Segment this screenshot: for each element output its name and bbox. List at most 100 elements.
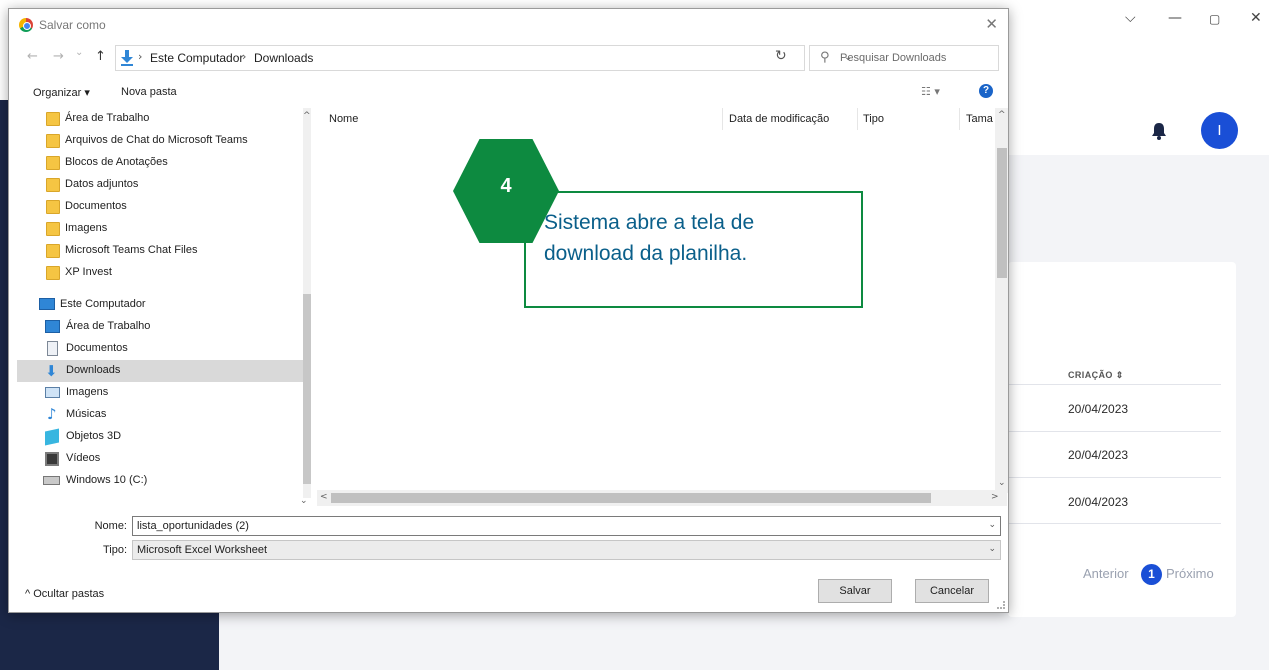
music-icon: ♪ [47, 405, 57, 423]
objects-3d-icon [45, 428, 59, 446]
pagination-prev[interactable]: Anterior [1083, 566, 1129, 581]
chrome-logo-icon [19, 18, 33, 32]
scrollbar-thumb[interactable] [303, 294, 311, 484]
nav-label: Windows 10 (C:) [66, 474, 148, 486]
up-folder-button[interactable]: ↑ [95, 49, 106, 64]
nav-item-pc-3d-objects[interactable]: Objetos 3D [17, 426, 303, 448]
new-folder-button[interactable]: Nova pasta [121, 86, 177, 98]
annotation-text: Sistema abre a tela de download da plani… [544, 211, 755, 265]
pagination-next[interactable]: Próximo [1166, 566, 1214, 581]
nav-item-pc-downloads[interactable]: ⬇ Downloads [17, 360, 303, 382]
dialog-title: Salvar como [39, 18, 106, 32]
column-header-name[interactable]: Nome [329, 113, 358, 125]
dialog-close-button[interactable]: ✕ [985, 15, 998, 33]
nav-item-pc-documents[interactable]: Documentos [17, 338, 303, 360]
table-divider [1008, 431, 1221, 432]
folder-icon [46, 222, 60, 236]
scroll-down-icon[interactable]: ⌄ [998, 478, 1006, 488]
forward-button[interactable]: → [53, 49, 64, 64]
search-input[interactable]: ⚲ Pesquisar Downloads [809, 45, 999, 71]
column-header-type[interactable]: Tipo [863, 113, 884, 125]
annotation-callout: Sistema abre a tela de download da plani… [524, 191, 863, 308]
nav-label: Documentos [66, 342, 128, 354]
nav-label: Microsoft Teams Chat Files [65, 244, 198, 256]
nav-item-pc-desktop[interactable]: Área de Trabalho [17, 316, 303, 338]
file-type-select[interactable]: Microsoft Excel Worksheet ⌄ [132, 540, 1001, 560]
breadcrumb-this-pc[interactable]: Este Computador [150, 51, 243, 65]
step-number: 4 [500, 175, 512, 197]
content-card [1008, 262, 1236, 617]
scroll-down-icon[interactable]: ⌄ [300, 496, 308, 506]
nav-item-blocos[interactable]: Blocos de Anotações [17, 152, 303, 174]
nav-item-teams-chat[interactable]: Arquivos de Chat do Microsoft Teams [17, 130, 303, 152]
nav-item-teams-chat-files[interactable]: Microsoft Teams Chat Files [17, 240, 303, 262]
column-header-modified[interactable]: Data de modificação [729, 113, 829, 125]
window-minimize-button[interactable]: — [1168, 10, 1182, 26]
scrollbar-thumb[interactable] [997, 148, 1007, 278]
scroll-up-icon[interactable]: ^ [303, 111, 311, 121]
refresh-icon[interactable]: ↻ [775, 48, 787, 64]
resize-grip-icon[interactable] [997, 601, 1005, 609]
search-placeholder: Pesquisar Downloads [840, 52, 947, 64]
column-separator[interactable] [959, 108, 960, 130]
address-bar[interactable]: › Este Computador › Downloads ⌄ [115, 45, 852, 71]
window-dropdown-button[interactable]: ⌵ [1125, 10, 1136, 26]
cancel-button[interactable]: Cancelar [915, 579, 989, 603]
help-icon[interactable]: ? [979, 84, 993, 98]
videos-icon [45, 452, 59, 466]
hide-folders-toggle[interactable]: ^ Ocultar pastas [25, 588, 104, 600]
table-divider [1008, 384, 1221, 385]
organize-menu[interactable]: Organizar ▾ [33, 86, 90, 99]
recent-locations-button[interactable]: ⌄ [75, 47, 83, 58]
nav-label: Blocos de Anotações [65, 156, 168, 168]
view-options-icon[interactable]: ☷ ▾ [921, 85, 940, 98]
nav-label: Downloads [66, 364, 121, 376]
scroll-right-icon[interactable]: > [991, 492, 999, 502]
nav-item-area-de-trabalho[interactable]: Área de Trabalho [17, 108, 303, 130]
scrollbar-thumb[interactable] [331, 493, 931, 503]
file-type-label: Tipo: [102, 544, 127, 556]
documents-icon [47, 341, 58, 356]
file-name-field[interactable]: lista_oportunidades (2) ⌄ [132, 516, 1001, 536]
search-icon: ⚲ [820, 50, 830, 65]
chevron-down-icon[interactable]: ⌄ [988, 544, 996, 554]
file-name-label: Nome: [94, 520, 127, 532]
column-header-criacao[interactable]: CRIAÇÃO ⇕ [1068, 370, 1124, 381]
window-close-button[interactable]: ✕ [1250, 10, 1262, 26]
scroll-up-icon[interactable]: ^ [998, 110, 1006, 120]
nav-item-datos-adjuntos[interactable]: Datos adjuntos [17, 174, 303, 196]
nav-item-this-pc[interactable]: Este Computador [17, 294, 303, 316]
nav-label: Este Computador [60, 298, 146, 310]
chevron-down-icon[interactable]: ⌄ [988, 520, 996, 530]
nav-item-xp-invest[interactable]: XP Invest [17, 262, 303, 284]
scroll-left-icon[interactable]: < [320, 492, 328, 502]
file-list-scrollbar[interactable]: ^ ⌄ [995, 108, 1008, 493]
breadcrumb-downloads[interactable]: Downloads [254, 51, 313, 65]
file-list-hscrollbar[interactable]: < > [317, 490, 1007, 506]
back-button[interactable]: ← [27, 49, 38, 64]
notification-bell-icon[interactable] [1150, 122, 1168, 140]
nav-item-documentos[interactable]: Documentos [17, 196, 303, 218]
file-name-value: lista_oportunidades (2) [137, 520, 249, 532]
column-header-size[interactable]: Tama [966, 113, 993, 125]
nav-item-pc-pictures[interactable]: Imagens [17, 382, 303, 404]
nav-item-pc-videos[interactable]: Vídeos [17, 448, 303, 470]
table-divider [1008, 523, 1221, 524]
nav-item-pc-music[interactable]: ♪ Músicas [17, 404, 303, 426]
table-cell-date: 20/04/2023 [1068, 495, 1129, 509]
nav-item-pc-drive-c[interactable]: Windows 10 (C:) [17, 470, 303, 492]
user-avatar[interactable]: I [1201, 112, 1238, 149]
nav-pane-scrollbar[interactable]: ^ [303, 108, 311, 498]
nav-item-imagens[interactable]: Imagens [17, 218, 303, 240]
drive-icon [43, 476, 60, 485]
window-restore-button[interactable]: ▢ [1209, 12, 1220, 26]
nav-label: Área de Trabalho [65, 112, 150, 124]
pagination-current-page[interactable]: 1 [1141, 564, 1162, 585]
column-separator[interactable] [722, 108, 723, 130]
file-type-value: Microsoft Excel Worksheet [137, 544, 268, 556]
save-button[interactable]: Salvar [818, 579, 892, 603]
column-separator[interactable] [857, 108, 858, 130]
nav-label: Imagens [66, 386, 109, 398]
folder-icon [46, 134, 60, 148]
computer-icon [39, 298, 55, 310]
